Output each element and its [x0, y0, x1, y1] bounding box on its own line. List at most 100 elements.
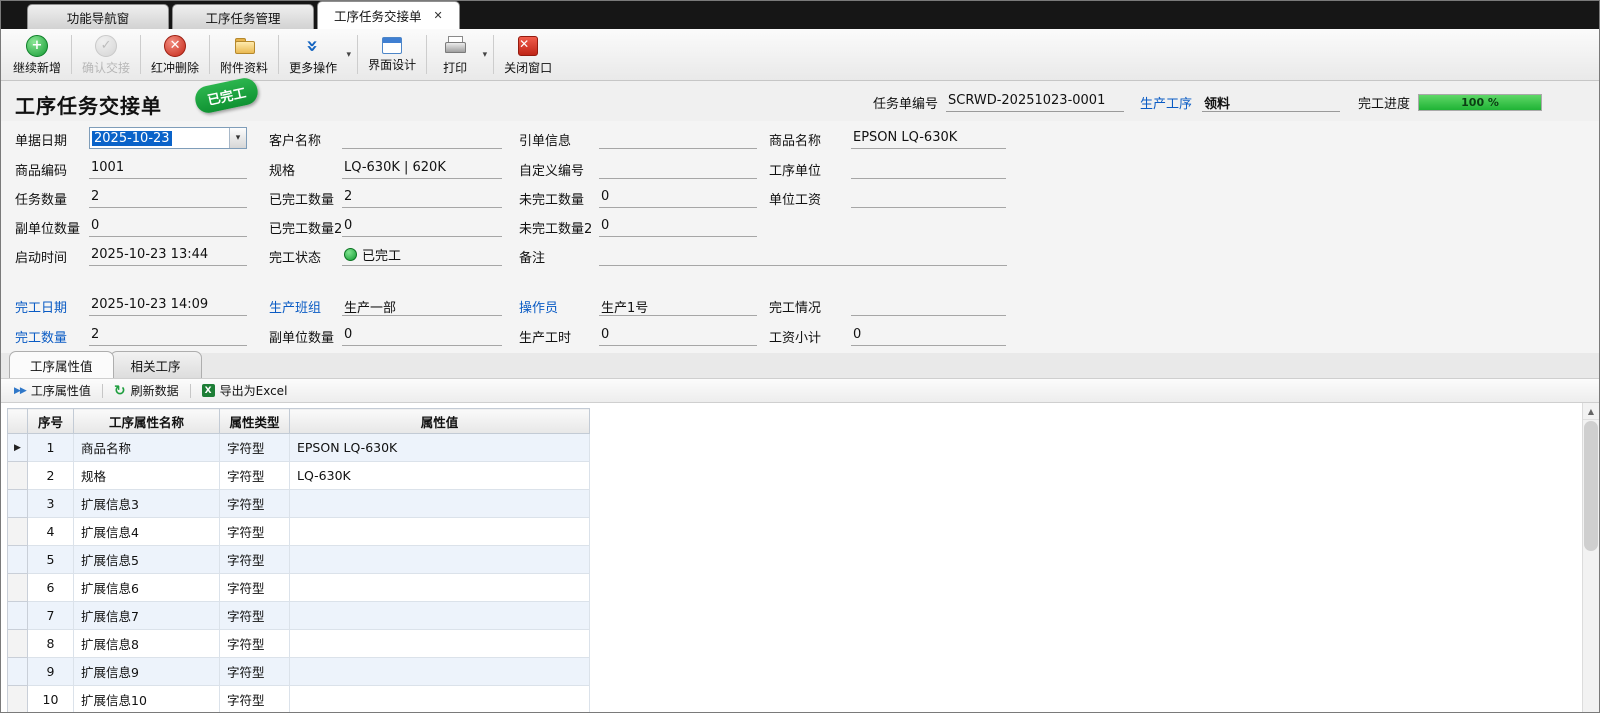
dropdown-caret-icon[interactable]: ▾ — [483, 50, 488, 60]
grid-column-header-value[interactable]: 属性值 — [290, 409, 590, 434]
grid-cell-name[interactable]: 扩展信息5 — [74, 546, 220, 574]
grid-cell-no[interactable]: 2 — [28, 462, 74, 490]
grid-cell-no[interactable]: 3 — [28, 490, 74, 518]
grid-cell-name[interactable]: 扩展信息8 — [74, 630, 220, 658]
field-finish-date-input[interactable]: 2025-10-23 14:09 — [89, 294, 247, 316]
grid-cell-name[interactable]: 扩展信息9 — [74, 658, 220, 686]
grid-column-header-name[interactable]: 工序属性名称 — [74, 409, 220, 434]
scroll-thumb[interactable] — [1584, 421, 1598, 551]
field-product-name-input[interactable]: EPSON LQ-630K — [851, 127, 1006, 149]
field-finish-qty-input[interactable]: 2 — [89, 324, 247, 346]
grid-row[interactable]: 5扩展信息5字符型 — [8, 546, 590, 574]
grid-cell-type[interactable]: 字符型 — [220, 518, 290, 546]
grid-row[interactable]: ▶1商品名称字符型EPSON LQ-630K — [8, 434, 590, 462]
grid-cell-name[interactable]: 商品名称 — [74, 434, 220, 462]
field-operator-input[interactable]: 生产1号 — [599, 294, 757, 316]
grid-cell-value[interactable] — [290, 658, 590, 686]
grid-cell-type[interactable]: 字符型 — [220, 686, 290, 713]
grid-row[interactable]: 4扩展信息4字符型 — [8, 518, 590, 546]
grid-cell-no[interactable]: 10 — [28, 686, 74, 713]
field-wage-subtotal-input[interactable]: 0 — [851, 324, 1006, 346]
grid-cell-type[interactable]: 字符型 — [220, 462, 290, 490]
field-doc-date-dropdown-icon[interactable]: ▾ — [229, 128, 246, 148]
field-finish-qty-label[interactable]: 完工数量 — [15, 327, 67, 346]
grid-cell-value[interactable] — [290, 602, 590, 630]
field-finish-condition-input[interactable] — [851, 294, 1006, 316]
grid-cell-no[interactable]: 8 — [28, 630, 74, 658]
field-product-code-input[interactable]: 1001 — [89, 157, 247, 179]
field-customer-name-input[interactable] — [342, 127, 502, 149]
field-doc-date-input[interactable]: 2025-10-23▾ — [89, 127, 247, 149]
grid-cell-value[interactable] — [290, 574, 590, 602]
grid-row[interactable]: 6扩展信息6字符型 — [8, 574, 590, 602]
toolbar-button-ui-design[interactable]: 界面设计 — [360, 30, 424, 79]
grid-cell-type[interactable]: 字符型 — [220, 574, 290, 602]
detail-tab[interactable]: 工序属性值 — [9, 351, 114, 378]
dropdown-caret-icon[interactable]: ▾ — [347, 50, 352, 60]
grid-cell-name[interactable]: 扩展信息10 — [74, 686, 220, 713]
grid-cell-no[interactable]: 1 — [28, 434, 74, 462]
grid-cell-name[interactable]: 规格 — [74, 462, 220, 490]
toolbar-button-attachment[interactable]: 附件资料 — [212, 30, 276, 79]
field-task-qty-input[interactable]: 2 — [89, 186, 247, 208]
grid-cell-type[interactable]: 字符型 — [220, 434, 290, 462]
grid-cell-no[interactable]: 6 — [28, 574, 74, 602]
window-tab[interactable]: 功能导航窗 — [27, 4, 169, 29]
grid-cell-value[interactable] — [290, 686, 590, 713]
window-tab[interactable]: 工序任务管理 — [172, 4, 314, 29]
grid-cell-name[interactable]: 扩展信息7 — [74, 602, 220, 630]
grid-cell-name[interactable]: 扩展信息6 — [74, 574, 220, 602]
field-custom-no-input[interactable] — [599, 157, 757, 179]
field-done-qty2-input[interactable]: 0 — [342, 215, 502, 237]
field-work-hours-input[interactable]: 0 — [599, 324, 757, 346]
grid-cell-type[interactable]: 字符型 — [220, 602, 290, 630]
vertical-scrollbar[interactable]: ▲ — [1582, 403, 1599, 712]
toolbar-button-redflush-delete[interactable]: ✕红冲删除 — [143, 30, 207, 79]
field-unit-wage-input[interactable] — [851, 186, 1006, 208]
grid-column-header-type[interactable]: 属性类型 — [220, 409, 290, 434]
scroll-up-icon[interactable]: ▲ — [1583, 403, 1599, 420]
grid-cell-no[interactable]: 5 — [28, 546, 74, 574]
grid-cell-value[interactable] — [290, 490, 590, 518]
toolbar-button-more-actions[interactable]: »更多操作▾ — [281, 30, 355, 79]
grid-cell-value[interactable]: EPSON LQ-630K — [290, 434, 590, 462]
grid-cell-value[interactable] — [290, 518, 590, 546]
grid-row[interactable]: 10扩展信息10字符型 — [8, 686, 590, 713]
grid-cell-no[interactable]: 9 — [28, 658, 74, 686]
grid-cell-name[interactable]: 扩展信息4 — [74, 518, 220, 546]
field-done-qty-input[interactable]: 2 — [342, 186, 502, 208]
grid-row[interactable]: 3扩展信息3字符型 — [8, 490, 590, 518]
grid-cell-value[interactable] — [290, 630, 590, 658]
field-production-team-label[interactable]: 生产班组 — [269, 297, 321, 316]
toolbar-button-close-window[interactable]: ✕关闭窗口 — [496, 30, 560, 79]
grid-cell-type[interactable]: 字符型 — [220, 490, 290, 518]
field-operator-label[interactable]: 操作员 — [519, 297, 558, 316]
field-aux-unit-qty-input[interactable]: 0 — [89, 215, 247, 237]
field-finish-status-input[interactable]: 已完工 — [342, 244, 502, 266]
field-ref-info-input[interactable] — [599, 127, 757, 149]
grid-row[interactable]: 9扩展信息9字符型 — [8, 658, 590, 686]
field-process-unit-input[interactable] — [851, 157, 1006, 179]
field-undone-qty2-input[interactable]: 0 — [599, 215, 757, 237]
field-undone-qty-input[interactable]: 0 — [599, 186, 757, 208]
grid-cell-value[interactable]: LQ-630K — [290, 462, 590, 490]
grid-cell-type[interactable]: 字符型 — [220, 658, 290, 686]
process-value[interactable]: 领料 — [1202, 93, 1340, 112]
window-tab[interactable]: 工序任务交接单✕ — [317, 1, 460, 29]
grid-cell-no[interactable]: 4 — [28, 518, 74, 546]
grid-column-header-no[interactable]: 序号 — [28, 409, 74, 434]
toolbar-button-print[interactable]: 打印▾ — [429, 30, 491, 79]
grid-row[interactable]: 8扩展信息8字符型 — [8, 630, 590, 658]
grid-cell-name[interactable]: 扩展信息3 — [74, 490, 220, 518]
detail-toolbar-button-3[interactable]: X导出为Excel — [195, 380, 295, 401]
detail-toolbar-button-2[interactable]: ↻刷新数据 — [107, 380, 186, 401]
field-spec-input[interactable]: LQ-630K | 620K — [342, 157, 502, 179]
field-remark-input[interactable] — [599, 244, 1007, 266]
grid-cell-type[interactable]: 字符型 — [220, 630, 290, 658]
tab-close-icon[interactable]: ✕ — [434, 9, 443, 22]
task-no-value[interactable]: SCRWD-20251023-0001 — [946, 93, 1124, 112]
detail-toolbar-button-1[interactable]: ▶▶工序属性值 — [7, 380, 98, 401]
field-production-team-input[interactable]: 生产一部 — [342, 294, 502, 316]
toolbar-button-add[interactable]: +继续新增 — [5, 30, 69, 79]
field-start-time-input[interactable]: 2025-10-23 13:44 — [89, 244, 247, 266]
